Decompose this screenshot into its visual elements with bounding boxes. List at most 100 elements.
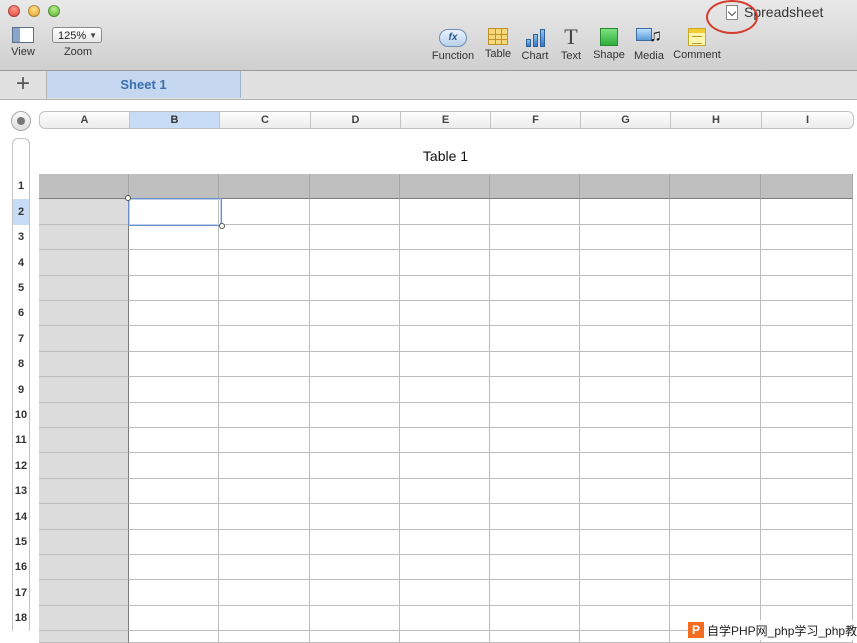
table-cell[interactable] — [310, 530, 400, 555]
row-header-11[interactable]: 11 — [12, 428, 30, 453]
table-cell[interactable] — [490, 479, 580, 504]
table-title[interactable]: Table 1 — [39, 148, 852, 164]
table-button[interactable]: Table — [484, 27, 512, 60]
table-cell[interactable] — [400, 504, 490, 530]
row-header-7[interactable]: 7 — [12, 326, 30, 352]
table-cell[interactable] — [310, 326, 400, 352]
table-cell[interactable] — [761, 479, 853, 504]
row-header-13[interactable]: 13 — [12, 479, 30, 504]
table-cell[interactable] — [310, 352, 400, 377]
table-cell[interactable] — [580, 453, 670, 479]
table-cell[interactable] — [39, 276, 129, 301]
table-cell[interactable] — [490, 250, 580, 276]
table-cell[interactable] — [400, 530, 490, 555]
zoom-select[interactable]: 125% ▼ — [52, 27, 102, 43]
table-cell[interactable] — [400, 403, 490, 428]
table-cell[interactable] — [670, 225, 761, 250]
table-cell[interactable] — [219, 199, 310, 225]
table-cell[interactable] — [580, 403, 670, 428]
table-cell[interactable] — [761, 225, 853, 250]
table-cell[interactable] — [761, 250, 853, 276]
column-header-d[interactable]: D — [310, 111, 401, 129]
table-cell[interactable] — [761, 403, 853, 428]
table-cell[interactable] — [490, 199, 580, 225]
table-cell[interactable] — [310, 453, 400, 479]
table-cell[interactable] — [490, 555, 580, 580]
table-cell[interactable] — [129, 428, 219, 453]
table-cell[interactable] — [39, 530, 129, 555]
table-cell[interactable] — [219, 403, 310, 428]
row-header-8[interactable]: 8 — [12, 352, 30, 377]
function-button[interactable]: fx Function — [431, 27, 475, 62]
table-cell[interactable] — [310, 606, 400, 631]
table-cell[interactable] — [219, 428, 310, 453]
table-cell[interactable] — [219, 377, 310, 403]
table-cell[interactable] — [490, 326, 580, 352]
table-cell[interactable] — [580, 555, 670, 580]
table-cell[interactable] — [761, 580, 853, 606]
table-cell[interactable] — [490, 276, 580, 301]
table-cell[interactable] — [219, 225, 310, 250]
table-cell[interactable] — [580, 352, 670, 377]
table-cell[interactable] — [670, 555, 761, 580]
table-cell[interactable] — [219, 555, 310, 580]
table-cell[interactable] — [580, 631, 670, 643]
table-cell[interactable] — [761, 377, 853, 403]
shape-button[interactable]: Shape — [592, 27, 626, 61]
table-cell[interactable] — [310, 199, 400, 225]
chart-button[interactable]: Chart — [520, 27, 550, 62]
text-button[interactable]: T Text — [558, 26, 584, 63]
table-cell[interactable] — [219, 504, 310, 530]
table-cell[interactable] — [580, 225, 670, 250]
table-cell[interactable] — [580, 199, 670, 225]
table-cell[interactable] — [219, 530, 310, 555]
table-cell[interactable] — [490, 453, 580, 479]
table-cell[interactable] — [400, 453, 490, 479]
table-cell[interactable] — [580, 250, 670, 276]
table-cell[interactable] — [310, 174, 400, 199]
table-cell[interactable] — [580, 174, 670, 199]
comment-button[interactable]: Comment — [672, 27, 722, 61]
table-cell[interactable] — [39, 580, 129, 606]
row-header-1[interactable]: 1 — [12, 174, 30, 199]
table-cell[interactable] — [400, 606, 490, 631]
table-cell[interactable] — [129, 250, 219, 276]
column-header-h[interactable]: H — [670, 111, 762, 129]
table-cell[interactable] — [580, 301, 670, 326]
table-cell[interactable] — [670, 276, 761, 301]
row-header-6[interactable]: 6 — [12, 301, 30, 326]
table-cell[interactable] — [580, 377, 670, 403]
table-cell[interactable] — [310, 504, 400, 530]
table-cell[interactable] — [670, 174, 761, 199]
table-cell[interactable] — [39, 555, 129, 580]
row-header-3[interactable]: 3 — [12, 225, 30, 250]
table-cell[interactable] — [490, 504, 580, 530]
table-cell[interactable] — [761, 428, 853, 453]
row-header-14[interactable]: 14 — [12, 504, 30, 530]
table-cell[interactable] — [219, 276, 310, 301]
table-cell[interactable] — [39, 403, 129, 428]
table-cell[interactable] — [400, 352, 490, 377]
table-cell[interactable] — [490, 301, 580, 326]
table-cell[interactable] — [129, 580, 219, 606]
media-button[interactable]: ♫ Media — [633, 27, 665, 63]
table-cell[interactable] — [219, 631, 310, 643]
column-header-i[interactable]: I — [761, 111, 854, 129]
table-cell[interactable] — [310, 479, 400, 504]
table-cell[interactable] — [400, 225, 490, 250]
table-cell[interactable] — [670, 250, 761, 276]
close-window-button[interactable] — [8, 5, 20, 17]
table-cell[interactable] — [39, 428, 129, 453]
table-cell[interactable] — [129, 326, 219, 352]
table-cell[interactable] — [580, 606, 670, 631]
table-cell[interactable] — [129, 174, 219, 199]
column-header-f[interactable]: F — [490, 111, 581, 129]
table-cell[interactable] — [580, 276, 670, 301]
table-cell[interactable] — [219, 606, 310, 631]
table-cell[interactable] — [39, 225, 129, 250]
table-cell[interactable] — [400, 428, 490, 453]
column-header-c[interactable]: C — [219, 111, 311, 129]
table-cell[interactable] — [39, 504, 129, 530]
tab-sheet-1[interactable]: Sheet 1 — [47, 71, 241, 98]
zoom-window-button[interactable] — [48, 5, 60, 17]
